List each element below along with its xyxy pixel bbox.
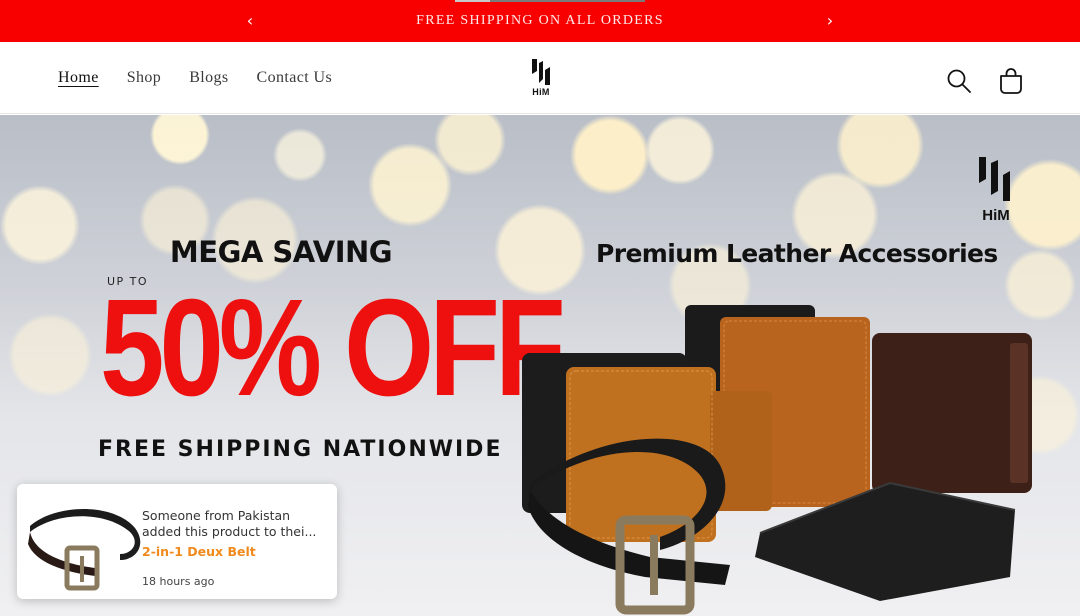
- cart-button[interactable]: [989, 59, 1033, 103]
- site-header: Home Shop Blogs Contact Us HiM: [0, 42, 1080, 114]
- logo-text: HiM: [532, 87, 550, 97]
- logo-mark-icon: [532, 59, 550, 85]
- leather-products-image: [522, 305, 1032, 615]
- main-nav: Home Shop Blogs Contact Us: [58, 42, 332, 114]
- hero-logo-text: HiM: [982, 207, 1010, 224]
- hero-headline: MEGA SAVING: [169, 235, 393, 269]
- search-icon: [947, 69, 971, 93]
- popup-product-name[interactable]: 2-in-1 Deux Belt: [142, 544, 256, 559]
- recent-activity-popup[interactable]: Someone from Pakistan added this product…: [17, 484, 337, 599]
- chevron-right-icon[interactable]: ›: [817, 8, 843, 34]
- nav-home[interactable]: Home: [58, 69, 99, 87]
- nav-shop[interactable]: Shop: [127, 69, 162, 87]
- site-logo[interactable]: HiM: [526, 57, 556, 99]
- announcement-bar: ‹ FREE SHIPPING ON ALL ORDERS ›: [0, 0, 1080, 42]
- hero-shipping: FREE SHIPPING NATIONWIDE: [98, 437, 503, 462]
- cart-icon: [1000, 68, 1022, 94]
- hero-logo: HiM: [974, 155, 1018, 227]
- popup-message-line1: Someone from Pakistan: [142, 508, 291, 523]
- hero-discount: 50% OFF: [100, 271, 566, 425]
- popup-message-line2: added this product to thei...: [142, 524, 317, 539]
- nav-blogs[interactable]: Blogs: [189, 69, 228, 87]
- announcement-text: FREE SHIPPING ON ALL ORDERS: [416, 13, 664, 28]
- nav-contact-us[interactable]: Contact Us: [257, 69, 333, 87]
- search-button[interactable]: [937, 59, 981, 103]
- popup-product-image: [28, 509, 141, 591]
- logo-mark-icon: [979, 157, 1010, 201]
- popup-timestamp: 18 hours ago: [142, 575, 215, 588]
- hero-tagline: Premium Leather Accessories: [596, 239, 998, 268]
